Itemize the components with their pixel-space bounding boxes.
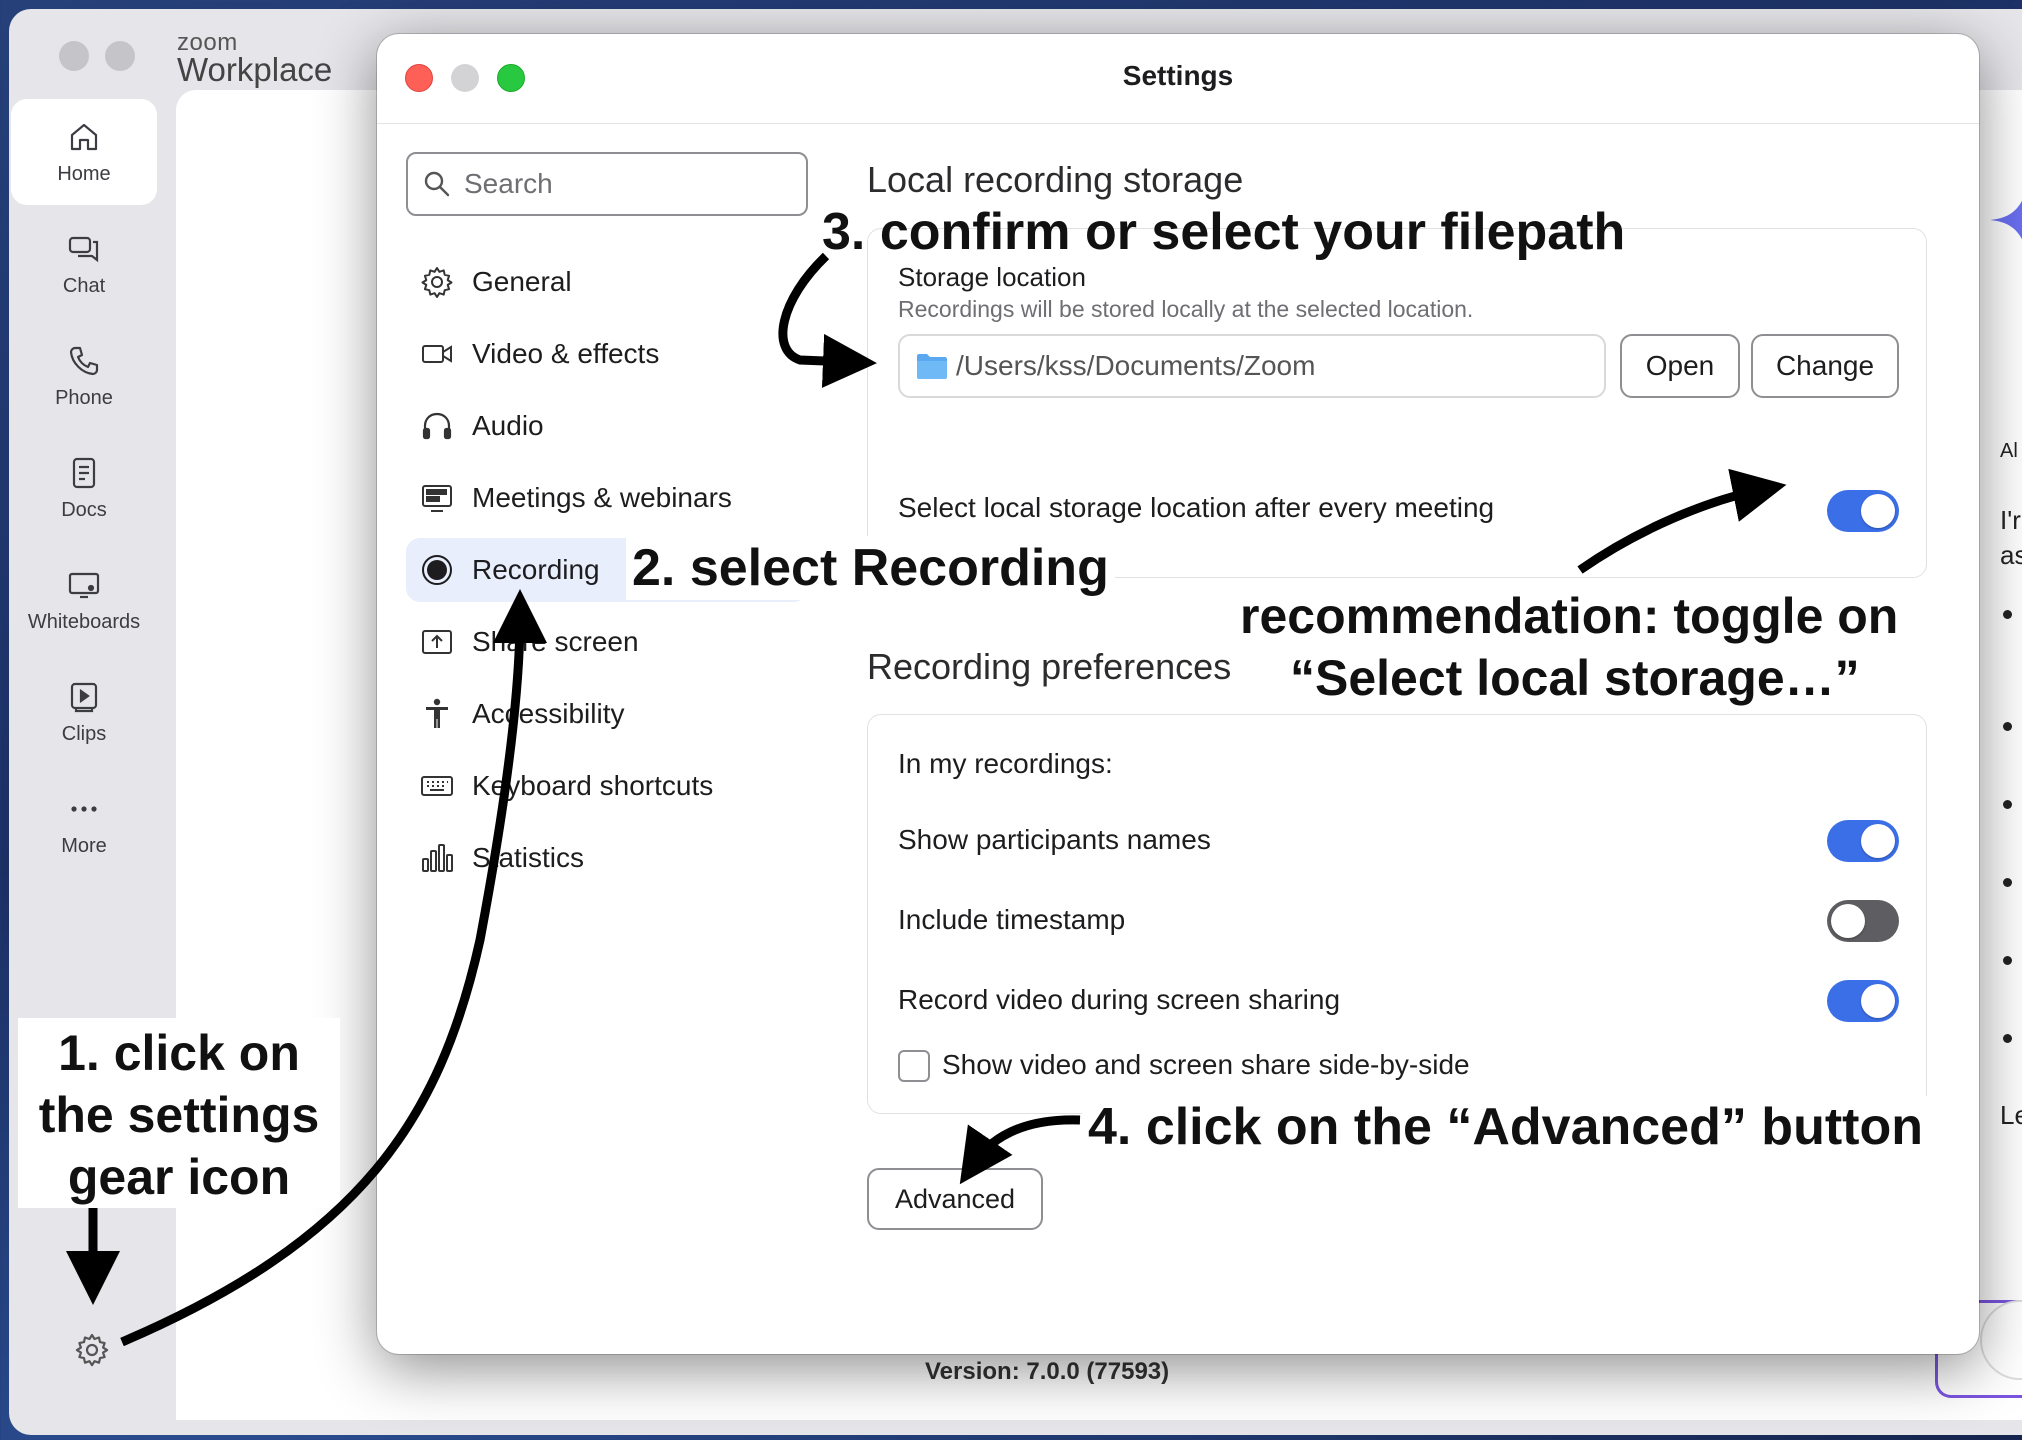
storage-path-field[interactable]: /Users/kss/Documents/Zoom [898,334,1606,398]
nav-item-meetings[interactable]: Meetings & webinars [406,466,808,530]
select-after-meeting-label: Select local storage location after ever… [898,492,1495,523]
side-by-side-checkbox[interactable] [898,1050,930,1082]
rail-item-home[interactable]: Home [11,99,157,205]
change-button[interactable]: Change [1751,334,1899,398]
gear-icon [421,267,453,298]
window-minimize-dim[interactable] [105,41,135,71]
settings-gear-icon[interactable] [74,1332,110,1368]
rail-label: Clips [61,722,107,745]
section-title-local-storage: Local recording storage [867,159,1244,200]
nav-item-share-screen[interactable]: Share screen [406,610,808,674]
right-panel-bullet [2003,610,2012,619]
record-video-sharing-label: Record video during screen sharing [898,984,1341,1015]
nav-label: Share screen [472,626,639,657]
annotation-step1-line: gear icon [67,1149,291,1205]
nav-label: Keyboard shortcuts [472,770,714,801]
right-panel-bullet [2003,722,2012,731]
keyboard-icon [421,776,453,796]
show-participant-names-toggle[interactable] [1827,820,1899,862]
annotation-step3: 3. confirm or select your filepath [822,203,1626,261]
section-title-preferences: Recording preferences [867,646,1232,687]
rail-item-chat[interactable]: Chat [11,211,157,317]
annotation-step1-line: the settings [38,1087,320,1143]
rail-label: Chat [62,274,106,297]
clips-icon [70,682,98,712]
nav-label: Audio [472,410,544,441]
include-timestamp-label: Include timestamp [898,904,1126,935]
headphones-icon [422,412,452,440]
accessibility-icon [426,698,448,728]
nav-item-accessibility[interactable]: Accessibility [406,682,808,746]
settings-title: Settings [1122,60,1234,91]
nav-item-general[interactable]: General [406,250,808,314]
nav-item-statistics[interactable]: Statistics [406,826,808,890]
rail-item-phone[interactable]: Phone [11,323,157,429]
phone-icon [69,346,99,375]
record-video-sharing-toggle[interactable] [1827,980,1899,1022]
right-panel-text: Al [2000,440,2018,462]
storage-location-label: Storage location [898,262,1086,292]
home-icon [70,123,98,150]
nav-label: Video & effects [472,338,660,369]
annotation-recommendation-line1: recommendation: toggle on [1240,588,1899,644]
rail-item-clips[interactable]: Clips [11,659,157,765]
rail-label: Home [57,162,111,185]
annotation-step4: 4. click on the “Advanced” button [1082,1096,1929,1158]
whiteboard-icon [68,572,100,598]
side-by-side-label: Show video and screen share side-by-side [942,1049,1470,1080]
more-icon [71,805,97,812]
right-panel-bullet [2003,800,2012,809]
storage-path-text: /Users/kss/Documents/Zoom [956,350,1316,381]
ai-sparkle-icon [1990,200,2022,240]
rail-label: More [61,834,107,857]
nav-label: General [472,266,572,297]
open-button[interactable]: Open [1620,334,1740,398]
meetings-icon [422,485,452,512]
brand-logo-workplace: Workplace [177,51,333,88]
settings-titlebar: Settings [377,34,1979,124]
rail-label: Whiteboards [27,610,141,633]
annotation-step1-line: 1. click on [58,1025,300,1081]
docs-icon [72,457,96,488]
include-timestamp-toggle[interactable] [1827,900,1899,942]
window-close-dim[interactable] [59,41,89,71]
advanced-button[interactable]: Advanced [867,1168,1043,1230]
version-label: Version: 7.0.0 (77593) [925,1358,1170,1385]
right-panel-text: I'r [2000,505,2021,535]
settings-search-input[interactable]: Search [406,152,808,216]
annotation-step1: 1. click on the settings gear icon [24,1022,334,1208]
rail-item-whiteboards[interactable]: Whiteboards [11,547,157,653]
select-after-meeting-toggle[interactable] [1827,490,1899,532]
right-panel-text: Le [2000,1100,2022,1130]
right-panel-bullet [2003,878,2012,887]
rail-item-docs[interactable]: Docs [11,435,157,541]
right-panel-bullet [2003,1034,2012,1043]
video-icon [422,345,452,363]
nav-label: Statistics [472,842,585,873]
right-panel-text: as [2000,540,2022,570]
chat-icon [68,236,99,262]
annotation-step2: 2. select Recording [626,536,1115,600]
nav-label: Recording [472,554,600,585]
nav-label: Accessibility [472,698,625,729]
rail-label: Docs [61,498,107,521]
nav-item-audio[interactable]: Audio [406,394,808,458]
show-participant-names-label: Show participants names [898,824,1211,855]
nav-label: Meetings & webinars [472,482,732,513]
statistics-icon [422,844,453,872]
in-my-recordings-label: In my recordings: [898,748,1113,779]
nav-item-video[interactable]: Video & effects [406,322,808,386]
annotation-recommendation-line2: “Select local storage…” [1284,648,1866,708]
rail-label: Phone [55,386,113,409]
folder-icon [917,354,947,379]
share-screen-icon [422,630,452,654]
nav-item-keyboard[interactable]: Keyboard shortcuts [406,754,808,818]
rail-item-more[interactable]: More [11,771,157,877]
search-placeholder: Search [464,168,553,199]
right-panel-bullet [2003,956,2012,965]
record-icon [422,555,452,585]
search-icon [424,171,450,197]
storage-location-desc: Recordings will be stored locally at the… [898,296,1474,322]
